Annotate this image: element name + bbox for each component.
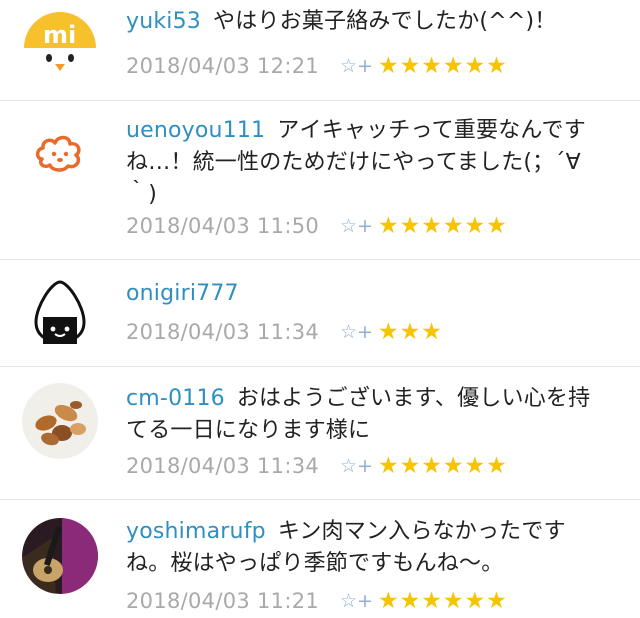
add-star-icon: ☆+ bbox=[340, 590, 373, 612]
timestamp: 2018/04/03 11:50 bbox=[126, 214, 320, 238]
comment-meta: 2018/04/03 11:34 ☆+ ★★★ bbox=[126, 317, 443, 347]
comment-text: キン肉マン入らなかったです bbox=[277, 519, 566, 544]
add-star-button[interactable]: ☆+ bbox=[340, 55, 378, 77]
stars-rating[interactable]: ★★★★★★ bbox=[378, 588, 508, 614]
comment-meta: 2018/04/03 11:34 ☆+ ★★★★★★ bbox=[126, 451, 508, 481]
orange-cloud-face-avatar[interactable] bbox=[22, 113, 98, 189]
avatar-text: mi bbox=[43, 21, 76, 49]
guitar-photo-avatar[interactable] bbox=[22, 518, 98, 594]
stars-rating[interactable]: ★★★★★★ bbox=[378, 453, 508, 479]
comment-text-line: onigiri777 bbox=[126, 278, 610, 310]
comment-text: てる一日になります様に bbox=[126, 418, 371, 443]
stars-rating[interactable]: ★★★★★★ bbox=[378, 213, 508, 239]
add-star-icon: ☆+ bbox=[340, 55, 373, 77]
comment-meta: 2018/04/03 11:21 ☆+ ★★★★★★ bbox=[126, 586, 508, 616]
timestamp: 2018/04/03 11:34 bbox=[126, 454, 320, 478]
add-star-icon: ☆+ bbox=[340, 215, 373, 237]
mi-chick-avatar[interactable]: mi bbox=[22, 8, 98, 84]
timestamp: 2018/04/03 11:34 bbox=[126, 320, 320, 344]
comment-item: yoshimarufp キン肉マン入らなかったです ね。桜はやっぱり季節ですもんね… bbox=[0, 500, 640, 618]
comment-text-line: yoshimarufp キン肉マン入らなかったです bbox=[126, 516, 610, 548]
username-link[interactable]: yoshimarufp bbox=[126, 519, 266, 544]
timestamp: 2018/04/03 12:21 bbox=[126, 54, 320, 78]
comment-text-line: yuki53 やはりお菓子絡みでしたか(^^)！ bbox=[126, 6, 610, 38]
add-star-button[interactable]: ☆+ bbox=[340, 590, 378, 612]
comment-text: ね。桜はやっぱり季節ですもんね～。 bbox=[126, 551, 504, 576]
comment-item: mi yuki53 やはりお菓子絡みでしたか(^^)！ 2018/04/03 12… bbox=[0, 0, 640, 100]
comment-text: おはようございます、優しい心を持 bbox=[236, 386, 591, 411]
onigiri-avatar[interactable] bbox=[22, 274, 98, 350]
add-star-button[interactable]: ☆+ bbox=[340, 321, 378, 343]
comment-meta: 2018/04/03 11:50 ☆+ ★★★★★★ bbox=[126, 211, 508, 241]
add-star-icon: ☆+ bbox=[340, 321, 373, 343]
add-star-button[interactable]: ☆+ bbox=[340, 215, 378, 237]
comment-text-line: uenoyou111 アイキャッチって重要なんです bbox=[126, 115, 610, 147]
stars-rating[interactable]: ★★★ bbox=[378, 319, 443, 345]
comment-text-line: cm-0116 おはようございます、優しい心を持 bbox=[126, 383, 610, 415]
username-link[interactable]: onigiri777 bbox=[126, 281, 239, 306]
comment-text: アイキャッチって重要なんです bbox=[277, 118, 586, 143]
comment-text: やはりお菓子絡みでしたか(^^)！ bbox=[213, 9, 557, 34]
comment-item: uenoyou111 アイキャッチって重要なんです ね…！統一性のためだけにやって… bbox=[0, 101, 640, 259]
comment-meta: 2018/04/03 12:21 ☆+ ★★★★★★ bbox=[126, 51, 508, 81]
stars-rating[interactable]: ★★★★★★ bbox=[378, 53, 508, 79]
comment-text: ね…！統一性のためだけにやってました(；´∀ bbox=[126, 150, 581, 175]
add-star-button[interactable]: ☆+ bbox=[340, 455, 378, 477]
add-star-icon: ☆+ bbox=[340, 455, 373, 477]
username-link[interactable]: uenoyou111 bbox=[126, 118, 265, 143]
timestamp: 2018/04/03 11:21 bbox=[126, 589, 320, 613]
comment-item: cm-0116 おはようございます、優しい心を持 てる一日になります様に 2018… bbox=[0, 367, 640, 499]
comment-item: onigiri777 2018/04/03 11:34 ☆+ ★★★ bbox=[0, 260, 640, 366]
username-link[interactable]: cm-0116 bbox=[126, 386, 225, 411]
comment-text: ｀) bbox=[126, 182, 157, 207]
mixed-nuts-photo-avatar[interactable] bbox=[22, 383, 98, 459]
username-link[interactable]: yuki53 bbox=[126, 9, 201, 34]
